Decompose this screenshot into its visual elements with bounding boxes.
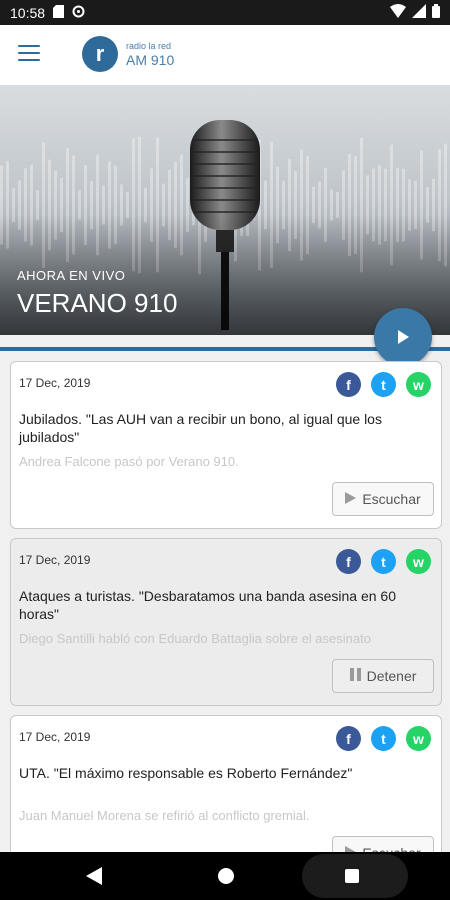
twitter-icon[interactable]: t xyxy=(371,549,396,574)
stop-button[interactable]: Detener xyxy=(332,659,434,693)
card-date: 17 Dec, 2019 xyxy=(19,553,91,567)
home-icon[interactable] xyxy=(218,868,234,884)
system-nav-bar xyxy=(0,852,450,900)
logo-small-text: radio la red xyxy=(126,40,172,51)
twitter-icon[interactable]: t xyxy=(371,726,396,751)
logo-mark: r xyxy=(82,36,118,72)
facebook-icon[interactable]: f xyxy=(336,549,361,574)
card-description: Juan Manuel Morena se refirió al conflic… xyxy=(19,808,310,823)
whatsapp-icon[interactable]: w xyxy=(406,726,431,751)
wifi-icon xyxy=(390,4,406,21)
card-title[interactable]: Ataques a turistas. "Desbaratamos una ba… xyxy=(19,587,429,623)
app-logo[interactable]: r radio la red AM 910 xyxy=(82,36,174,72)
pause-icon xyxy=(349,668,361,684)
twitter-icon[interactable]: t xyxy=(371,372,396,397)
hero-banner: AHORA EN VIVO VERANO 910 xyxy=(0,85,450,335)
play-icon xyxy=(398,330,409,344)
back-icon[interactable] xyxy=(86,867,102,885)
cellular-icon xyxy=(412,4,426,21)
card-date: 17 Dec, 2019 xyxy=(19,376,91,390)
whatsapp-icon[interactable]: w xyxy=(406,549,431,574)
listen-button-label: Escuchar xyxy=(362,491,421,507)
card-title[interactable]: UTA. "El máximo responsable es Roberto F… xyxy=(19,764,429,782)
facebook-icon[interactable]: f xyxy=(336,372,361,397)
stop-button-label: Detener xyxy=(366,668,417,684)
live-title: VERANO 910 xyxy=(17,288,178,318)
sd-card-icon xyxy=(53,4,65,21)
news-card: 17 Dec, 2019 f t w Ataques a turistas. "… xyxy=(10,538,442,706)
news-card: 17 Dec, 2019 f t w Jubilados. "Las AUH v… xyxy=(10,361,442,529)
play-live-button[interactable] xyxy=(374,308,432,366)
sync-icon xyxy=(72,5,85,21)
status-time: 10:58 xyxy=(10,4,46,21)
logo-big-text: AM 910 xyxy=(126,51,175,68)
recents-icon[interactable] xyxy=(345,869,359,883)
battery-icon xyxy=(432,4,440,21)
menu-icon[interactable] xyxy=(18,45,40,63)
facebook-icon[interactable]: f xyxy=(336,726,361,751)
card-description: Andrea Falcone pasó por Verano 910. xyxy=(19,454,239,469)
card-description: Diego Santilli habló con Eduardo Battagl… xyxy=(19,631,371,646)
status-bar: 10:58 xyxy=(0,0,450,25)
whatsapp-icon[interactable]: w xyxy=(406,372,431,397)
card-title[interactable]: Jubilados. "Las AUH van a recibir un bon… xyxy=(19,410,429,446)
card-date: 17 Dec, 2019 xyxy=(19,730,91,744)
listen-button[interactable]: Escuchar xyxy=(332,482,434,516)
play-icon xyxy=(345,491,357,507)
app-bar: r radio la red AM 910 xyxy=(0,25,450,85)
live-label: AHORA EN VIVO xyxy=(17,268,126,283)
